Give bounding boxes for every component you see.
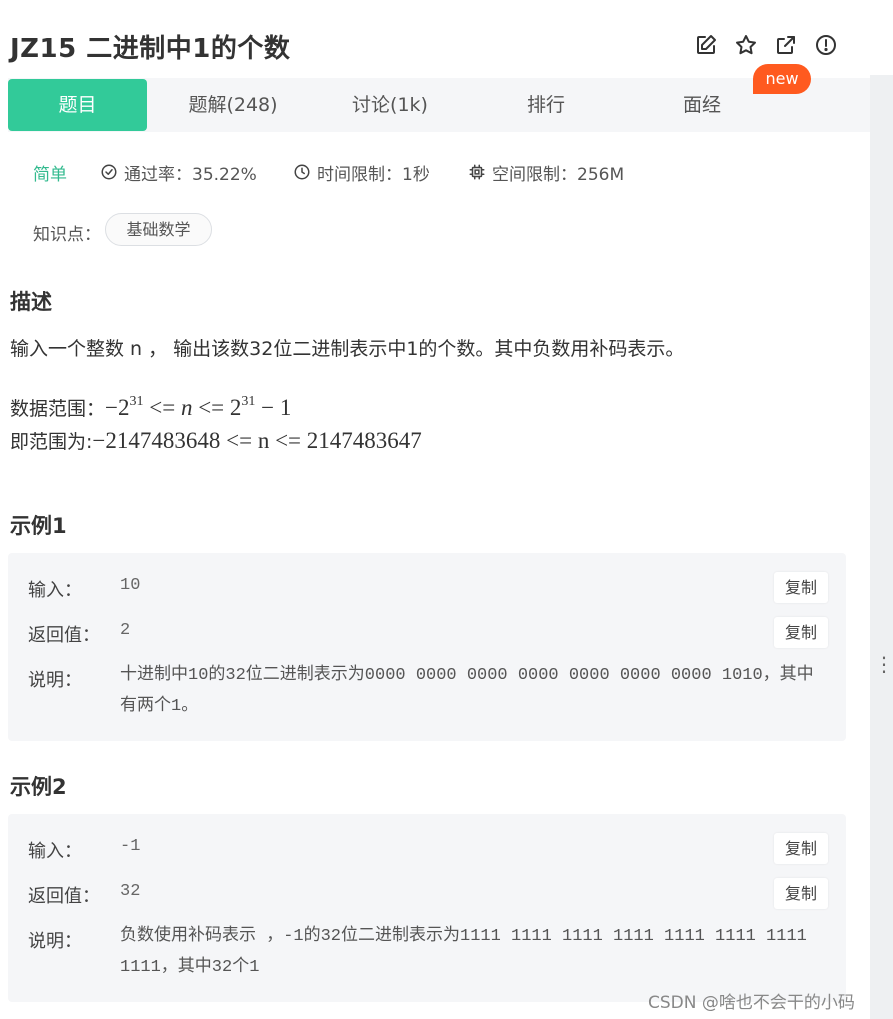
check-circle-icon — [101, 164, 117, 180]
edit-icon[interactable] — [694, 33, 718, 57]
chip-icon — [469, 164, 485, 180]
example-1-input: 10 — [120, 576, 141, 595]
title-toolbar — [694, 33, 838, 57]
example-2-heading: 示例2 — [10, 775, 67, 799]
time-limit: 时间限制：1秒 — [293, 160, 430, 185]
range-label: 数据范围： — [10, 398, 106, 420]
description-heading: 描述 — [10, 290, 52, 314]
description-text: 输入一个整数 n ， 输出该数32位二进制表示中1的个数。其中负数用补码表示。 — [10, 338, 685, 360]
tab-ranking[interactable]: 排行 — [476, 78, 616, 132]
problem-page: JZ15 二进制中1的个数 题目 题解(248) 讨论(1k) 排行 面经 ne… — [0, 0, 870, 1019]
scroll-track — [870, 0, 893, 75]
example-2-return-copy-button[interactable]: 复制 — [774, 878, 828, 909]
space-limit-text: 空间限制：256M — [492, 164, 625, 185]
example-2-return-label: 返回值： — [28, 886, 100, 907]
star-icon[interactable] — [734, 33, 758, 57]
example-1-input-copy-button[interactable]: 复制 — [774, 572, 828, 603]
watermark: CSDN @啥也不会干的小码 — [648, 993, 855, 1013]
range-exp-2: 31 — [241, 394, 256, 409]
example-1-heading: 示例1 — [10, 514, 67, 538]
alert-icon[interactable] — [814, 33, 838, 57]
tab-solutions[interactable]: 题解(248) — [163, 78, 303, 132]
range-line-2: 即范围为:−2147483648 <= n <= 2147483647 — [10, 427, 422, 454]
example-1-explain: 十进制中10的32位二进制表示为0000 0000 0000 0000 0000… — [120, 666, 814, 716]
side-panel-edge — [870, 0, 893, 1019]
share-icon[interactable] — [774, 33, 798, 57]
more-dots-icon[interactable]: ⋮ — [874, 654, 893, 688]
pass-rate-text: 通过率：35.22% — [124, 164, 257, 185]
example-2-input-label: 输入： — [28, 841, 82, 862]
example-1-explain-label: 说明： — [28, 670, 82, 691]
tab-interview[interactable]: 面经 — [632, 78, 772, 132]
example-2-explain: 负数使用补码表示 ，-1的32位二进制表示为1111 1111 1111 111… — [120, 927, 807, 977]
page-title: JZ15 二进制中1的个数 — [10, 34, 291, 64]
example-1-return-copy-button[interactable]: 复制 — [774, 617, 828, 648]
knowledge-tag[interactable]: 基础数学 — [105, 213, 212, 246]
example-1-return-label: 返回值： — [28, 625, 100, 646]
range-exp-1: 31 — [129, 394, 144, 409]
tab-discussion[interactable]: 讨论(1k) — [320, 78, 460, 132]
tab-problem[interactable]: 题目 — [8, 79, 147, 131]
pass-rate: 通过率：35.22% — [100, 160, 257, 185]
example-2-input: -1 — [120, 837, 141, 856]
new-badge: new — [753, 64, 811, 94]
example-2-box: 输入： -1 复制 返回值： 32 复制 说明： 负数使用补码表示 ，-1的32… — [8, 814, 846, 1002]
time-limit-text: 时间限制：1秒 — [317, 164, 430, 185]
range-line-1: 数据范围：−231 <= n <= 231 − 1 — [10, 394, 291, 421]
clock-icon — [294, 164, 310, 180]
range-label-2: 即范围为: — [10, 431, 93, 453]
range-math-1: −231 <= n <= 231 − 1 — [105, 394, 292, 420]
example-1-return: 2 — [120, 621, 131, 640]
difficulty-label: 简单 — [33, 164, 67, 185]
panel-divider[interactable] — [870, 75, 893, 1019]
knowledge-label: 知识点： — [33, 225, 101, 245]
range-math-2: −2147483648 <= n <= 2147483647 — [92, 428, 422, 453]
example-2-input-copy-button[interactable]: 复制 — [774, 833, 828, 864]
example-1-input-label: 输入： — [28, 580, 82, 601]
tab-bar: 题目 题解(248) 讨论(1k) 排行 面经 — [8, 78, 870, 132]
example-1-box: 输入： 10 复制 返回值： 2 复制 说明： 十进制中10的32位二进制表示为… — [8, 553, 846, 741]
space-limit: 空间限制：256M — [468, 160, 625, 185]
example-2-explain-label: 说明： — [28, 931, 82, 952]
example-2-return: 32 — [120, 882, 141, 901]
difficulty-badge: 简单 — [33, 160, 67, 185]
